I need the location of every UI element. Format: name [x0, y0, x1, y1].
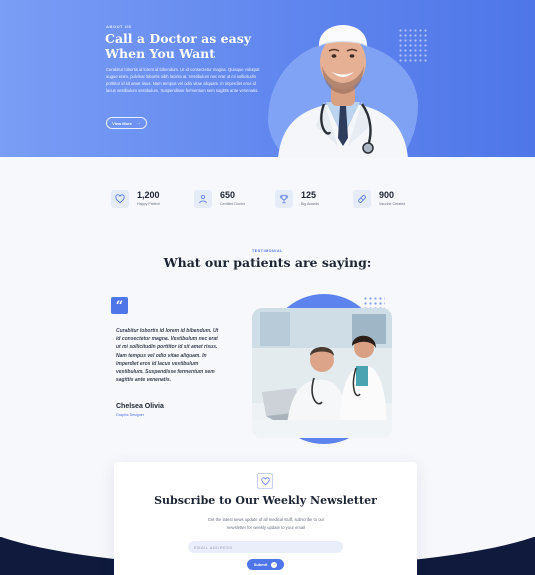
view-more-button[interactable]: View More →	[106, 117, 147, 129]
testimonial-eyebrow: TESTIMONIAL	[252, 249, 283, 253]
quote-icon: “	[111, 297, 128, 314]
pill-icon	[353, 190, 371, 208]
email-input[interactable]	[188, 541, 343, 553]
stat-label: Happy Patient	[137, 202, 160, 206]
heart-icon	[111, 190, 129, 208]
hero-eyebrow: ABOUT US	[106, 24, 132, 29]
submit-label: Submit	[253, 562, 268, 567]
newsletter-card: Subscribe to Our Weekly Newsletter Get t…	[114, 462, 417, 575]
testimonial-title: What our patients are saying:	[163, 255, 372, 270]
stats-row: 1,200 Happy Patient 650 Certified Doctor…	[111, 188, 426, 210]
testimonial-text: Curabitur lobortis id lorem id bibendum.…	[116, 328, 219, 384]
view-more-label: View More	[112, 120, 132, 126]
hero-title: Call a Doctor as easy When You Want	[105, 31, 252, 61]
newsletter-title: Subscribe to Our Weekly Newsletter	[154, 494, 377, 507]
stat-value: 1,200	[137, 190, 160, 200]
stat-value: 125	[301, 190, 317, 200]
doctor-portrait-image	[278, 25, 408, 157]
trophy-icon	[275, 190, 293, 208]
stat-label: Certified Doctor	[220, 202, 245, 206]
stat-value: 650	[220, 190, 236, 200]
newsletter-description: Get the latest news update of all medica…	[207, 517, 325, 530]
stat-label: Big Awards	[301, 202, 319, 206]
stat-value: 900	[379, 190, 395, 200]
testimonial-author-role: Graphic Designer	[116, 413, 144, 417]
submit-button[interactable]: Submit →	[247, 559, 284, 570]
heart-icon	[257, 473, 273, 489]
testimonial-author-name: Chelsea Olivia	[116, 403, 164, 410]
arrow-right-icon: →	[271, 561, 278, 568]
doctors-team-photo	[252, 308, 392, 438]
hero-section: ABOUT US Call a Doctor as easy When You …	[0, 0, 535, 157]
arrow-right-icon: →	[135, 120, 141, 126]
stat-label: Vaccine Created	[379, 202, 406, 206]
hero-description: Curabitur lobortis id lorem id bibendum.…	[106, 67, 260, 93]
doctor-icon	[194, 190, 212, 208]
